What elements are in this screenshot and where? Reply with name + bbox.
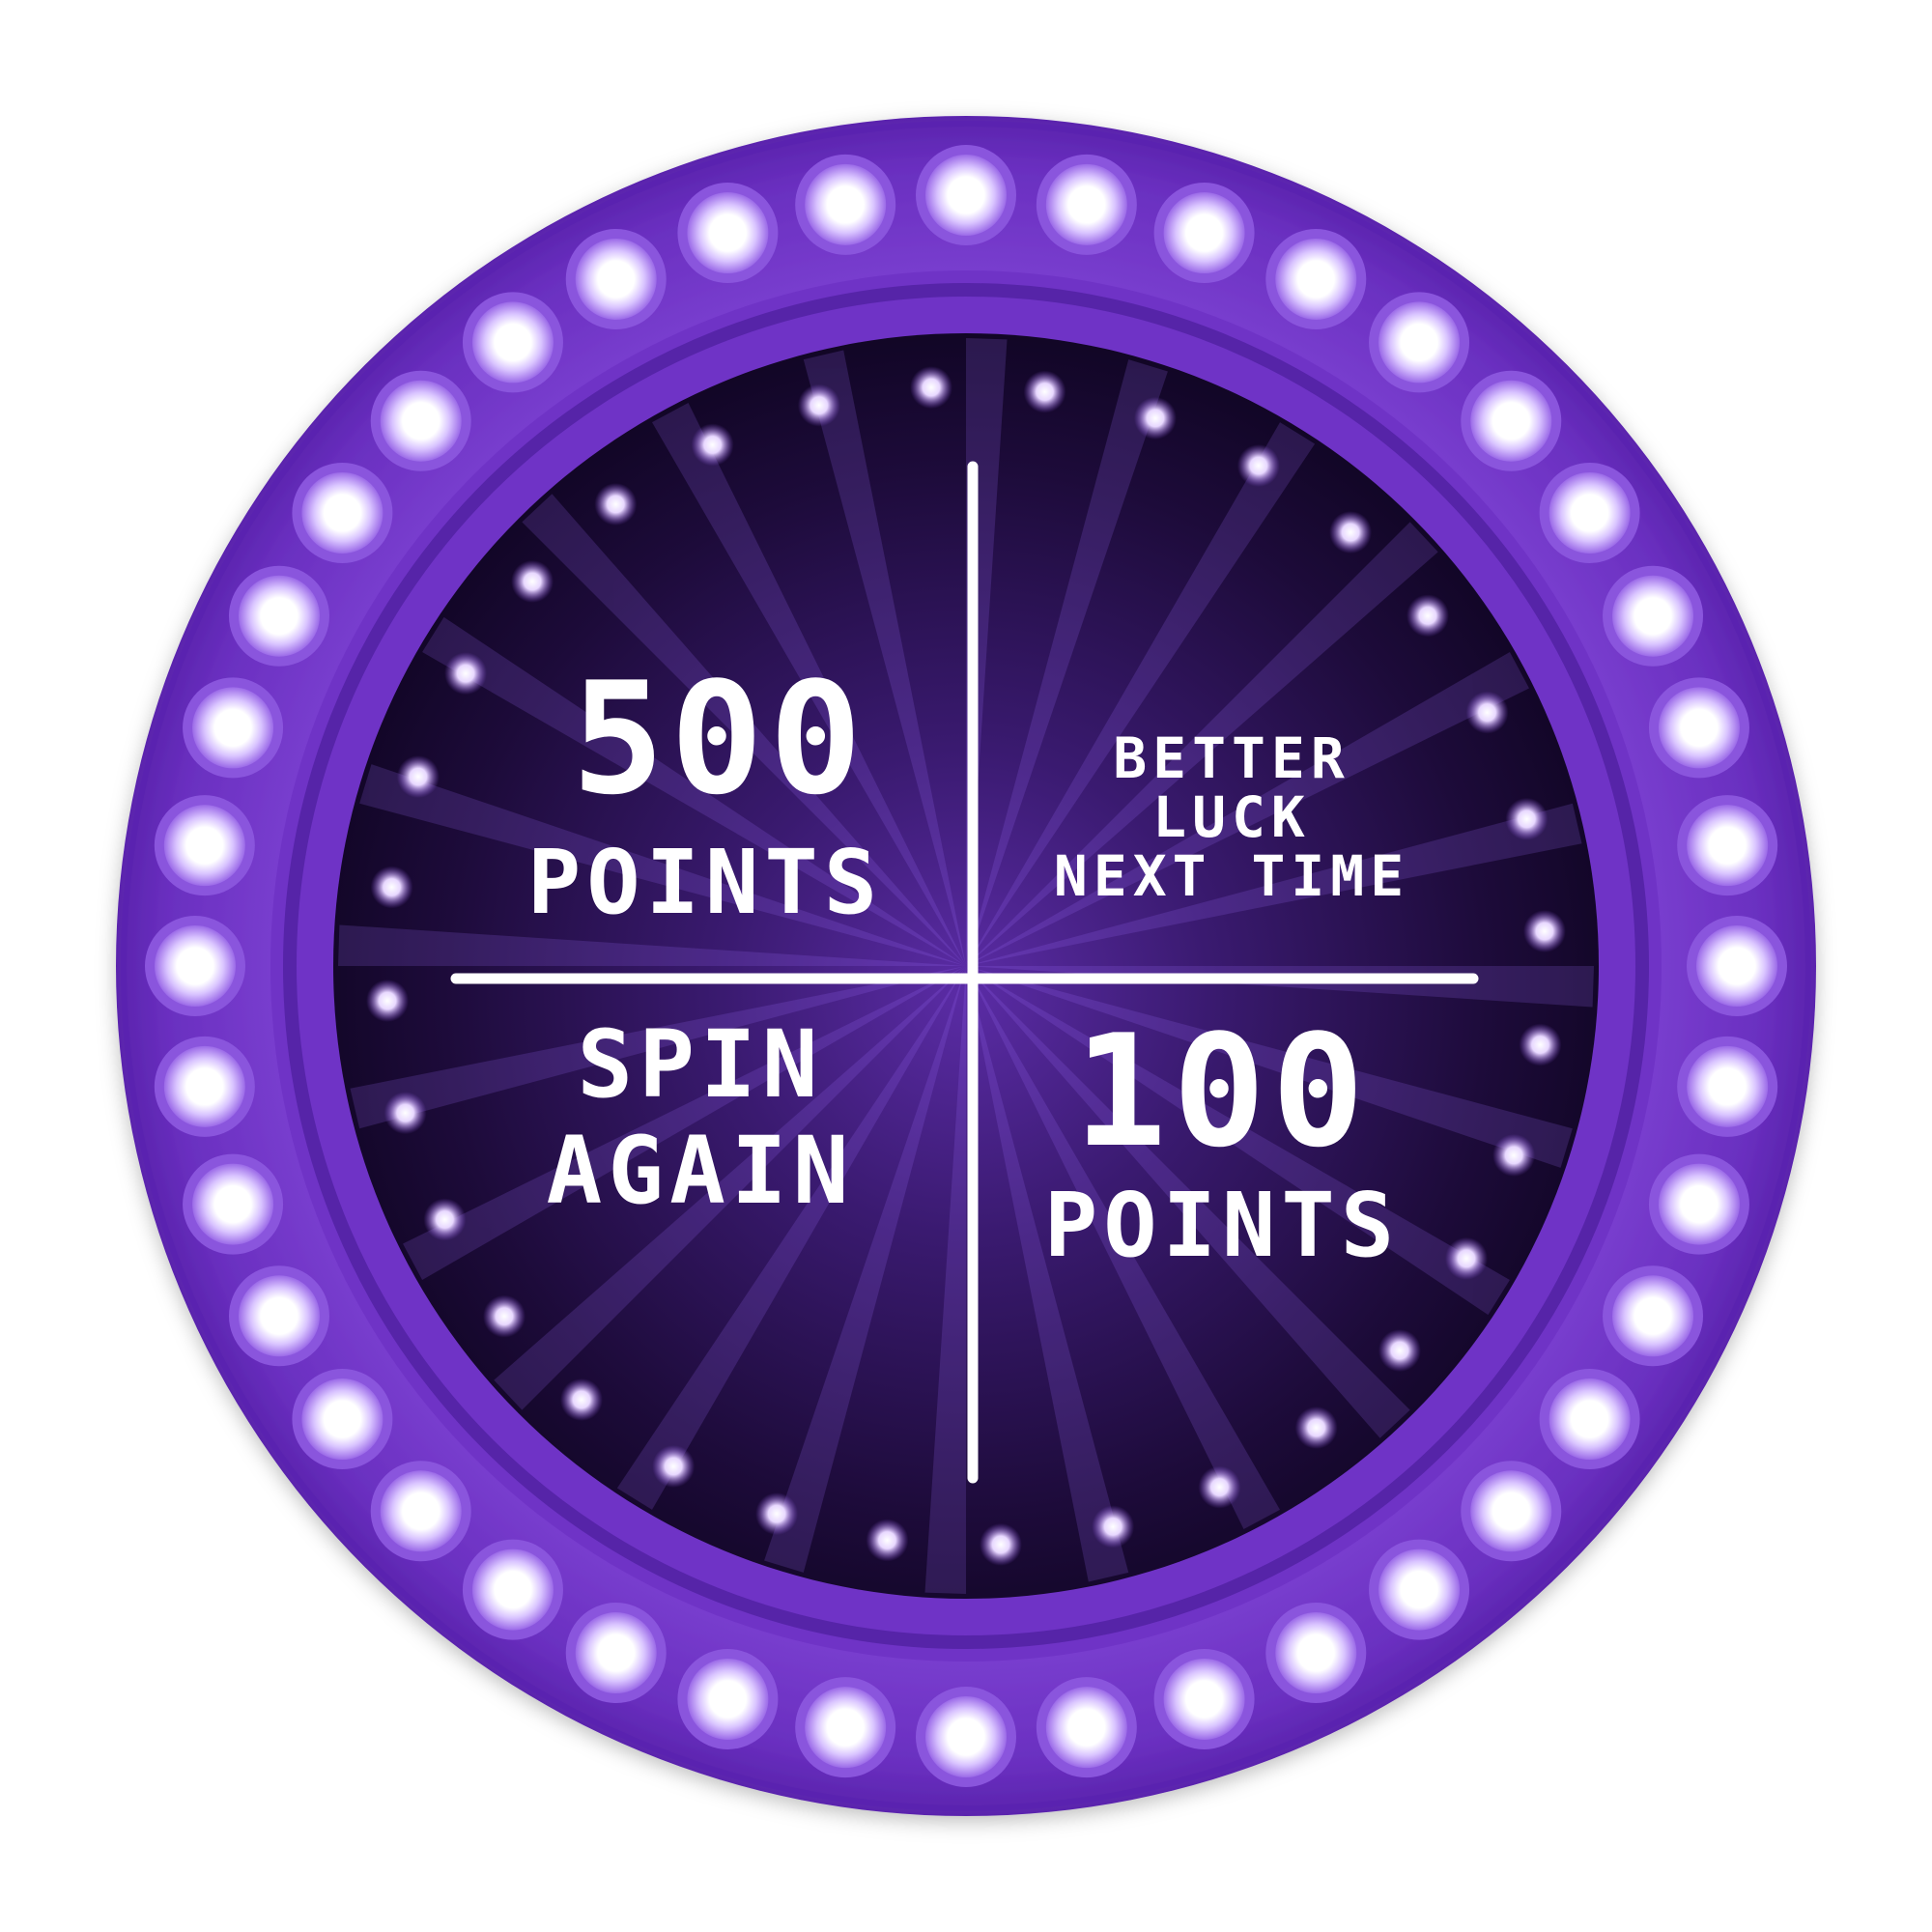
segment-label-line: SPIN	[577, 1010, 823, 1119]
sparkle-dot	[797, 384, 840, 427]
sparkle-dot	[1465, 691, 1509, 734]
sparkle-dot	[652, 1444, 696, 1488]
sparkle-dot	[691, 423, 734, 467]
marquee-bulb	[575, 238, 657, 320]
marquee-bulb	[1163, 192, 1245, 274]
marquee-bulb	[1275, 238, 1357, 320]
sparkle-dot	[1236, 444, 1280, 488]
marquee-bulb	[301, 1378, 384, 1461]
sparkle-dot	[1133, 396, 1177, 440]
marquee-bulb	[687, 1658, 769, 1740]
sparkle-dot	[910, 366, 953, 410]
marquee-bulb	[925, 1696, 1007, 1777]
marquee-bulb	[238, 1275, 320, 1357]
sparkle-dot	[594, 483, 638, 526]
marquee-bulb	[1045, 1687, 1127, 1769]
sparkle-dot	[370, 866, 413, 909]
segment-label: POINTS	[1044, 1174, 1400, 1277]
sparkle-dot	[1406, 594, 1449, 638]
marquee-bulb	[163, 1045, 245, 1127]
marquee-bulb	[1612, 1275, 1694, 1357]
marquee-bulb	[1612, 575, 1694, 657]
segment-label-line: LUCK	[1152, 784, 1311, 850]
marquee-bulb	[155, 925, 236, 1007]
segment-label: POINTS	[527, 831, 883, 934]
segment-bottom-right[interactable]: 100 POINTS	[1044, 1001, 1400, 1277]
sparkle-dot	[1492, 1133, 1536, 1177]
marquee-bulb	[1470, 1470, 1552, 1552]
sparkle-dot	[423, 1198, 467, 1241]
marquee-bulb	[471, 1548, 554, 1631]
marquee-bulb	[163, 805, 245, 887]
sparkle-dot	[979, 1522, 1022, 1566]
marquee-bulb	[192, 687, 274, 769]
sparkle-dot	[396, 755, 440, 799]
marquee-bulb	[805, 1687, 887, 1769]
sparkle-dot	[1522, 910, 1566, 953]
marquee-bulb	[301, 471, 384, 554]
sparkle-dot	[1329, 511, 1373, 554]
marquee-bulb	[1687, 1045, 1769, 1127]
marquee-bulb	[687, 192, 769, 274]
marquee-bulb	[1378, 1548, 1461, 1631]
sparkle-dot	[1378, 1329, 1421, 1373]
prize-wheel-graphic: 500 POINTS BETTER LUCK NEXT TIME SPIN AG…	[116, 116, 1816, 1816]
marquee-bulb	[1548, 471, 1631, 554]
marquee-bulb	[1275, 1612, 1357, 1694]
marquee-bulb	[1658, 687, 1740, 769]
sparkle-dot	[866, 1519, 909, 1562]
sparkle-dot	[1023, 370, 1066, 413]
marquee-bulb	[1687, 805, 1769, 887]
sparkle-dot	[1505, 797, 1548, 840]
sparkle-dot	[1444, 1236, 1488, 1280]
sparkle-dot	[559, 1378, 603, 1421]
marquee-bulb	[1658, 1163, 1740, 1245]
marquee-bulb	[1045, 163, 1127, 245]
segment-bottom-left[interactable]: SPIN AGAIN	[547, 1010, 855, 1225]
sparkle-dot	[1092, 1505, 1135, 1548]
marquee-bulb	[575, 1612, 657, 1694]
sparkle-dot	[1198, 1465, 1241, 1509]
marquee-bulb	[1470, 380, 1552, 462]
marquee-bulb	[925, 155, 1007, 236]
sparkle-dot	[384, 1092, 427, 1135]
sparkle-dot	[1294, 1406, 1338, 1449]
marquee-bulb	[1696, 925, 1777, 1007]
segment-label-line: AGAIN	[547, 1117, 855, 1225]
marquee-bulb	[380, 380, 462, 462]
segment-top-left[interactable]: 500 POINTS	[527, 648, 883, 934]
marquee-bulb	[380, 1470, 462, 1552]
marquee-bulb	[471, 301, 554, 384]
segment-label-line: NEXT TIME	[1054, 843, 1409, 909]
sparkle-dot	[366, 979, 410, 1022]
marquee-bulb	[1163, 1658, 1245, 1740]
sparkle-dot	[483, 1294, 526, 1338]
marquee-bulb	[1378, 301, 1461, 384]
marquee-bulb	[1548, 1378, 1631, 1461]
segment-value: 100	[1074, 1001, 1371, 1181]
marquee-bulb	[238, 575, 320, 657]
light-rays	[338, 338, 1594, 1594]
sparkle-dot	[511, 559, 554, 603]
sparkle-dot	[1519, 1023, 1562, 1066]
sparkle-dot	[755, 1492, 799, 1536]
prize-wheel[interactable]: 500 POINTS BETTER LUCK NEXT TIME SPIN AG…	[0, 0, 1932, 1932]
segment-label-line: BETTER	[1113, 725, 1350, 791]
marquee-bulb	[805, 163, 887, 245]
segment-value: 500	[572, 648, 868, 829]
marquee-bulb	[192, 1163, 274, 1245]
sparkle-dot	[444, 652, 488, 696]
